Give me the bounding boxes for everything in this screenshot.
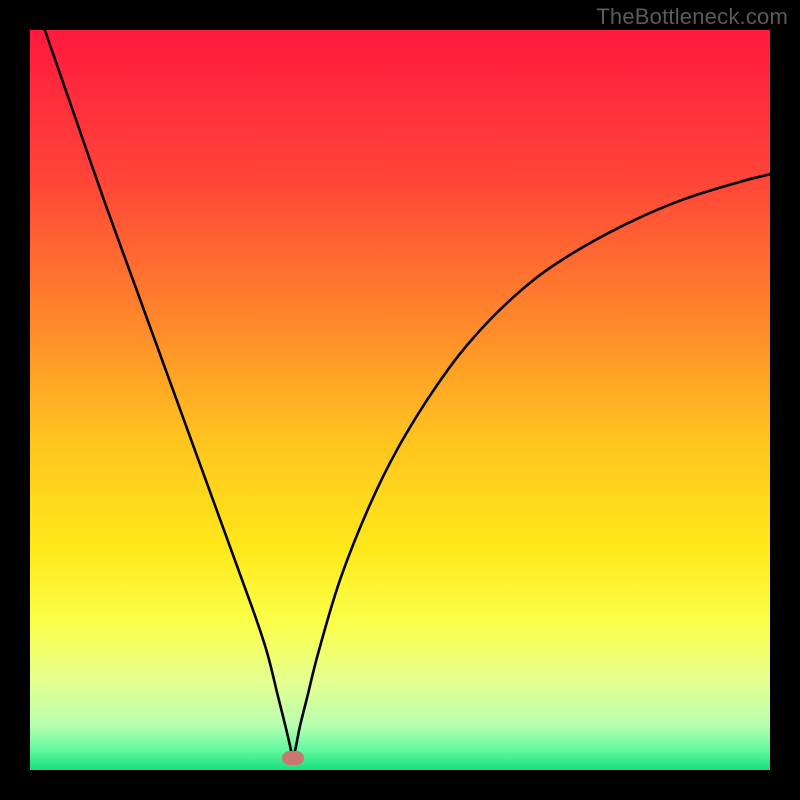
plot-area: [30, 30, 770, 770]
minimum-marker: [282, 751, 304, 765]
chart-frame: TheBottleneck.com: [0, 0, 800, 800]
curve-layer: [30, 30, 770, 770]
bottleneck-curve: [45, 30, 770, 758]
watermark-text: TheBottleneck.com: [596, 4, 788, 30]
